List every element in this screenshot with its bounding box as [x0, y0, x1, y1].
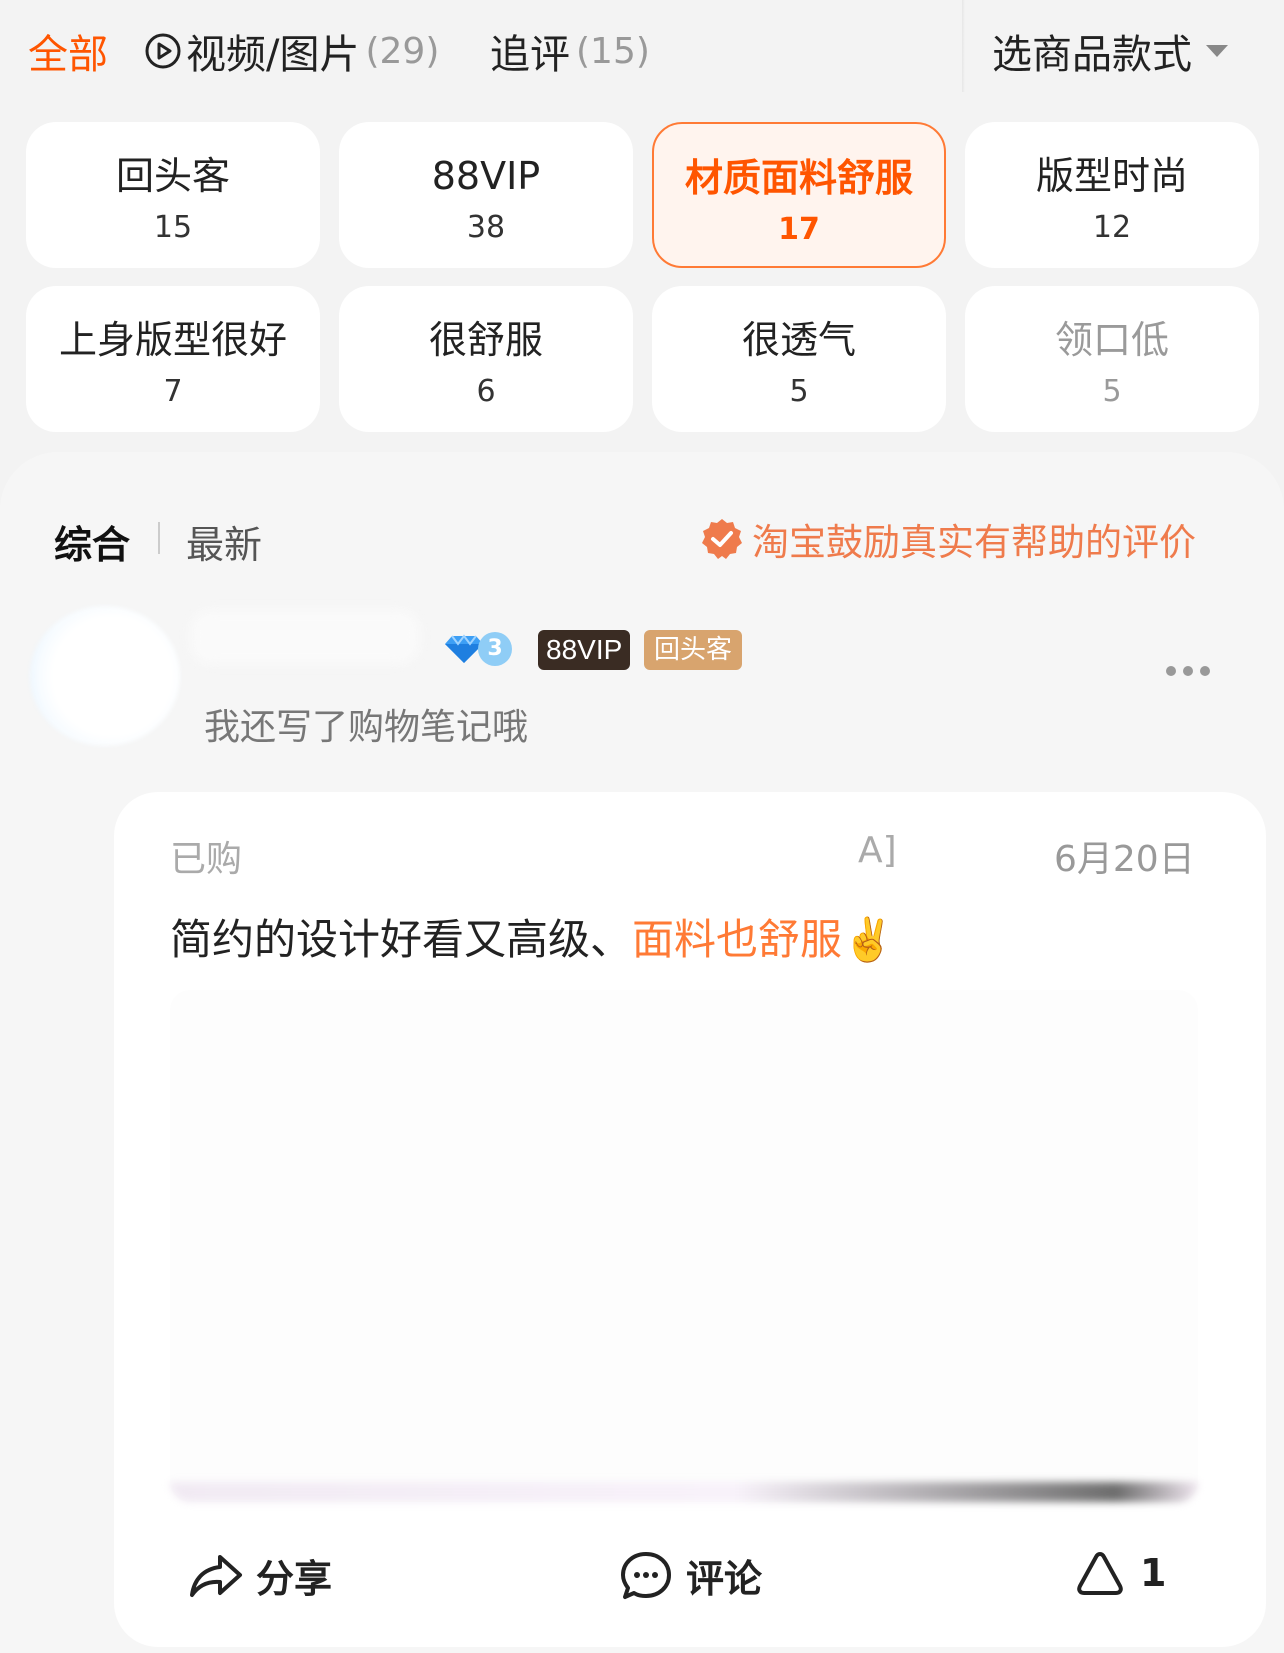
tag-chip[interactable]: 上身版型很好 7 — [26, 286, 320, 432]
tag-label: 88VIP — [431, 154, 541, 198]
tag-count: 5 — [789, 374, 809, 409]
review-text-highlight: 面料也舒服 — [632, 915, 843, 964]
tab-video-image-label: 视频/图片 — [186, 32, 360, 78]
tab-followup[interactable]: 追评 (15) — [490, 22, 650, 80]
like-count: 1 — [1140, 1551, 1167, 1595]
more-options-icon[interactable] — [1166, 666, 1210, 676]
comment-button[interactable]: 评论 — [618, 1548, 762, 1603]
member-level-badge: 3 — [444, 632, 512, 666]
caret-down-icon — [1206, 45, 1228, 57]
return-customer-badge: 回头客 — [644, 630, 743, 670]
comment-icon — [621, 1551, 671, 1599]
like-button[interactable]: 1 — [1072, 1548, 1166, 1598]
tag-count: 38 — [466, 210, 506, 245]
authentic-review-notice[interactable]: 淘宝鼓励真实有帮助的评价 — [700, 512, 1196, 566]
share-button[interactable]: 分享 — [188, 1548, 332, 1603]
share-label: 分享 — [256, 1557, 333, 1601]
review-text: 简约的设计好看又高级、面料也舒服✌️ — [170, 906, 894, 967]
sort-comprehensive[interactable]: 综合 — [54, 514, 130, 569]
member-level-number: 3 — [478, 632, 512, 666]
purchased-sku-label: 已购 — [170, 839, 243, 880]
tag-label: 很透气 — [741, 318, 856, 362]
shopping-note-link[interactable]: 我还写了购物笔记哦 — [204, 698, 528, 750]
tag-count: 7 — [163, 374, 183, 409]
tag-count: 6 — [476, 374, 496, 409]
share-icon — [190, 1554, 242, 1597]
verified-badge-icon — [702, 519, 742, 559]
tag-label: 版型时尚 — [1035, 154, 1188, 198]
play-circle-icon — [145, 33, 181, 69]
review-text-main: 简约的设计好看又高级、 — [170, 915, 633, 964]
sort-newest[interactable]: 最新 — [186, 514, 262, 569]
tag-label: 很舒服 — [428, 318, 543, 362]
tag-count: 15 — [153, 210, 193, 245]
review-actions: 分享 评论 1 — [114, 1548, 1266, 1608]
tag-chip[interactable]: 很舒服 6 — [339, 286, 633, 432]
tag-count: 12 — [1092, 210, 1132, 245]
tab-all[interactable]: 全部 — [28, 22, 108, 80]
review-media-edge — [170, 1482, 1198, 1502]
tag-label: 领口低 — [1054, 318, 1169, 362]
tab-video-image[interactable]: 视频/图片 (29) — [144, 22, 439, 80]
style-select-label: 选商品款式 — [992, 32, 1192, 78]
tag-label: 回头客 — [115, 154, 230, 198]
tag-label: 材质面料舒服 — [684, 156, 913, 200]
vip-badge: 88VIP — [538, 630, 631, 670]
tab-followup-count: (15) — [576, 30, 650, 72]
divider — [962, 0, 965, 92]
filter-bar: 全部 视频/图片 (29) 追评 (15) 选商品款式 — [0, 0, 1284, 96]
tag-chip-selected[interactable]: 材质面料舒服 17 — [652, 122, 946, 268]
review-date: 6月20日 — [1054, 839, 1195, 880]
username-blurred — [190, 610, 420, 664]
style-select-dropdown[interactable]: 选商品款式 — [992, 22, 1228, 80]
tag-count: 5 — [1102, 374, 1122, 409]
victory-emoji: ✌️ — [842, 915, 895, 964]
tab-followup-label: 追评 — [490, 32, 570, 78]
authentic-review-text: 淘宝鼓励真实有帮助的评价 — [752, 521, 1196, 564]
tab-video-image-count: (29) — [365, 30, 440, 72]
thumb-triangle-icon — [1077, 1552, 1123, 1595]
review-media-blurred[interactable] — [170, 990, 1198, 1502]
purchased-sku-tail: A] — [858, 830, 897, 871]
tag-chip[interactable]: 版型时尚 12 — [965, 122, 1259, 268]
tag-label: 上身版型很好 — [58, 318, 287, 362]
tag-chip[interactable]: 88VIP 38 — [339, 122, 633, 268]
divider — [158, 522, 160, 554]
tag-chip[interactable]: 回头客 15 — [26, 122, 320, 268]
tag-count: 17 — [778, 212, 820, 247]
tag-chip[interactable]: 很透气 5 — [652, 286, 946, 432]
avatar[interactable] — [30, 606, 180, 746]
tag-chip[interactable]: 领口低 5 — [965, 286, 1259, 432]
comment-label: 评论 — [686, 1557, 763, 1601]
